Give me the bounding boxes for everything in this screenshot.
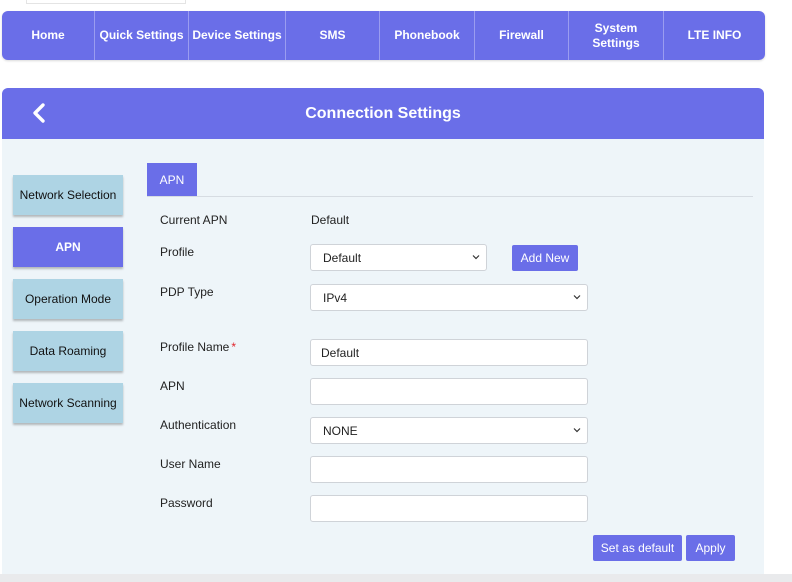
- authentication-select-value: NONE: [323, 423, 358, 438]
- apn-input[interactable]: [310, 378, 588, 405]
- password-input[interactable]: [310, 495, 588, 522]
- bottom-strip: [0, 574, 792, 582]
- nav-home[interactable]: Home: [2, 11, 95, 60]
- apn-label: APN: [160, 379, 185, 393]
- current-apn-value: Default: [311, 213, 350, 227]
- browser-tab-edge: [26, 0, 186, 4]
- nav-device-settings[interactable]: Device Settings: [189, 11, 286, 60]
- nav-firewall[interactable]: Firewall: [475, 11, 569, 60]
- sidebar-item-operation-mode[interactable]: Operation Mode: [13, 279, 123, 319]
- sidebar-item-apn[interactable]: APN: [13, 227, 123, 267]
- chevron-down-icon: [472, 254, 480, 259]
- nav-quick-settings[interactable]: Quick Settings: [95, 11, 189, 60]
- sidebar-item-data-roaming[interactable]: Data Roaming: [13, 331, 123, 371]
- nav-phonebook[interactable]: Phonebook: [380, 11, 475, 60]
- sidebar-item-network-selection[interactable]: Network Selection: [13, 175, 123, 215]
- profile-name-label: Profile Name *: [160, 340, 236, 354]
- profile-select-value: Default: [323, 250, 362, 265]
- required-marker: *: [231, 340, 237, 354]
- profile-name-label-text: Profile Name: [160, 340, 230, 354]
- apply-button[interactable]: Apply: [686, 535, 735, 561]
- current-apn-label: Current APN: [160, 213, 228, 227]
- tab-divider: [147, 196, 753, 197]
- user-name-input[interactable]: [310, 456, 588, 483]
- pdp-type-label: PDP Type: [160, 285, 214, 299]
- top-navigation: Home Quick Settings Device Settings SMS …: [2, 11, 765, 60]
- pdp-type-select-value: IPv4: [323, 290, 348, 305]
- profile-label: Profile: [160, 245, 195, 259]
- profile-name-input-value: Default: [321, 345, 360, 360]
- profile-name-input[interactable]: Default: [310, 339, 588, 366]
- nav-sms[interactable]: SMS: [286, 11, 380, 60]
- pdp-type-select[interactable]: IPv4: [310, 284, 588, 311]
- authentication-label: Authentication: [160, 418, 237, 432]
- add-new-button[interactable]: Add New: [512, 245, 578, 271]
- authentication-select[interactable]: NONE: [310, 417, 588, 444]
- nav-lte-info[interactable]: LTE INFO: [664, 11, 765, 60]
- chevron-left-icon[interactable]: [28, 100, 52, 126]
- browser-top-strip: [0, 0, 792, 8]
- password-label: Password: [160, 496, 213, 510]
- chevron-down-icon: [573, 294, 581, 299]
- sidebar-item-network-scanning[interactable]: Network Scanning: [13, 383, 123, 423]
- profile-select[interactable]: Default: [310, 244, 487, 271]
- user-name-label: User Name: [160, 457, 221, 471]
- set-as-default-button[interactable]: Set as default: [593, 535, 682, 561]
- panel-header: Connection Settings: [2, 88, 764, 139]
- page-title: Connection Settings: [305, 105, 461, 122]
- tab-apn[interactable]: APN: [147, 163, 197, 196]
- chevron-down-icon: [573, 427, 581, 432]
- nav-system-settings[interactable]: System Settings: [569, 11, 664, 60]
